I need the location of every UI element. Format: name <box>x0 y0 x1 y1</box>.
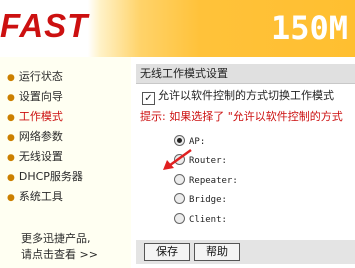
sidebar-item-system-tools[interactable]: ● 系统工具 <box>7 189 63 205</box>
page-title: 无线工作模式设置 <box>136 64 355 84</box>
mode-option-client[interactable]: Client: <box>174 212 227 228</box>
mode-label: Bridge: <box>189 195 227 205</box>
sidebar-item-label: 网络参数 <box>18 130 63 143</box>
bullet-icon: ● <box>7 153 15 163</box>
checkbox-checked-icon[interactable]: ✓ <box>142 92 155 105</box>
sidebar: ● 运行状态 ● 设置向导 ● 工作模式 ● 网络参数 ● 无线设置 ● DHCP服务器 ●… <box>0 57 131 268</box>
bullet-icon: ● <box>7 93 15 103</box>
mode-option-repeater[interactable]: Repeater: <box>174 173 238 189</box>
mode-label: Router: <box>189 156 227 166</box>
bullet-icon: ● <box>7 173 15 183</box>
mode-label: AP: <box>189 137 206 147</box>
button-bar: 保存 帮助 <box>136 240 355 264</box>
radio-selected-icon[interactable] <box>174 135 185 146</box>
radio-icon[interactable] <box>174 174 185 185</box>
bullet-icon: ● <box>7 113 15 123</box>
bullet-icon: ● <box>7 133 15 143</box>
sidebar-item-label: 设置向导 <box>18 90 63 103</box>
model-label: 150M <box>271 9 349 47</box>
sidebar-item-wizard[interactable]: ● 设置向导 <box>7 89 63 105</box>
sidebar-item-label: DHCP服务器 <box>18 170 83 183</box>
more-products-line1: 更多迅捷产品, <box>21 232 91 245</box>
save-button[interactable]: 保存 <box>144 243 190 261</box>
software-control-checkbox-row[interactable]: ✓ 允许以软件控制的方式切换工作模式 <box>142 87 334 105</box>
sidebar-item-label: 无线设置 <box>18 150 63 163</box>
red-arrow-annotation-icon <box>163 148 192 170</box>
sidebar-item-label: 系统工具 <box>18 190 63 203</box>
checkbox-label: 允许以软件控制的方式切换工作模式 <box>158 89 334 102</box>
more-products-link[interactable]: 更多迅捷产品, 请点击查看 >> <box>21 231 98 263</box>
sidebar-item-work-mode[interactable]: ● 工作模式 <box>7 109 63 125</box>
sidebar-item-status[interactable]: ● 运行状态 <box>7 69 63 85</box>
sidebar-item-dhcp[interactable]: ● DHCP服务器 <box>7 169 83 185</box>
sidebar-item-network[interactable]: ● 网络参数 <box>7 129 63 145</box>
radio-icon[interactable] <box>174 213 185 224</box>
sidebar-item-label: 工作模式 <box>18 110 63 123</box>
mode-option-bridge[interactable]: Bridge: <box>174 192 227 208</box>
help-button[interactable]: 帮助 <box>194 243 240 261</box>
hint-text: 提示: 如果选择了 "允许以软件控制的方式 <box>140 110 343 123</box>
sidebar-item-label: 运行状态 <box>18 70 63 83</box>
brand-logo: FAST <box>0 7 89 44</box>
radio-icon[interactable] <box>174 193 185 204</box>
header-banner: FAST 150M <box>0 0 355 57</box>
mode-label: Repeater: <box>189 176 238 186</box>
mode-label: Client: <box>189 215 227 225</box>
sidebar-item-wireless[interactable]: ● 无线设置 <box>7 149 63 165</box>
bullet-icon: ● <box>7 73 15 83</box>
bullet-icon: ● <box>7 193 15 203</box>
more-products-line2: 请点击查看 >> <box>21 248 98 261</box>
